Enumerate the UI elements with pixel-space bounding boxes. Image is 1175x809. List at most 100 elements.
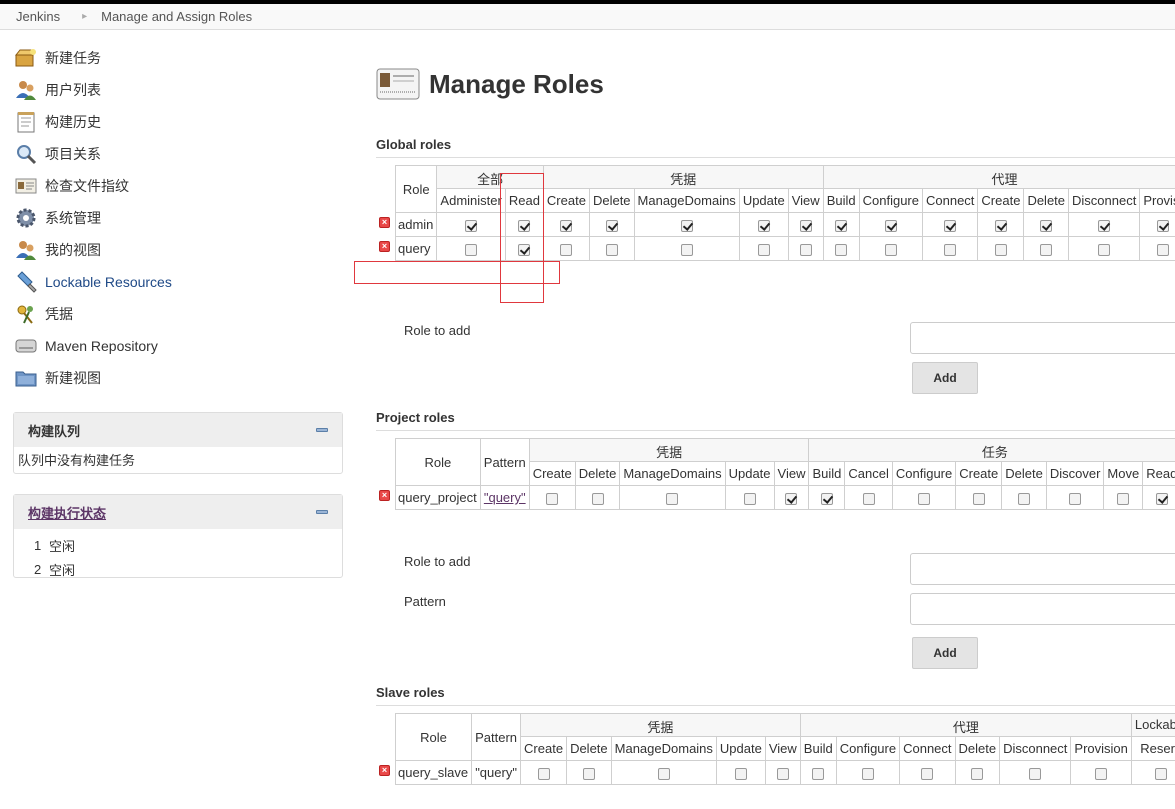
project-pattern-input[interactable]	[910, 593, 1175, 625]
project-add-button[interactable]: Add	[912, 637, 978, 669]
sidebar-item-label: 用户列表	[45, 82, 101, 98]
permission-checkbox[interactable]	[799, 219, 812, 232]
permission-checkbox[interactable]	[465, 219, 478, 232]
permission-checkbox[interactable]	[1098, 243, 1111, 256]
permission-cell	[1142, 485, 1175, 510]
permission-checkbox[interactable]	[1117, 492, 1130, 505]
global-role-to-add-input[interactable]	[910, 322, 1175, 354]
collapse-icon[interactable]	[316, 510, 328, 514]
permission-cell	[921, 236, 979, 261]
sidebar-item-credentials[interactable]: 凭据	[14, 298, 344, 330]
delete-role-icon[interactable]: ×	[379, 217, 390, 228]
permission-checkbox[interactable]	[680, 243, 693, 256]
permission-checkbox[interactable]	[537, 767, 550, 780]
permission-cell	[858, 236, 923, 261]
permission-checkbox[interactable]	[582, 767, 595, 780]
pattern-link[interactable]: "query"	[484, 490, 526, 505]
sidebar-item-manage-jenkins[interactable]: 系统管理	[14, 202, 344, 234]
executor-number: 2	[34, 561, 42, 577]
role-name-cell: query_slave	[394, 760, 473, 785]
delete-role-icon[interactable]: ×	[379, 490, 390, 501]
permission-checkbox[interactable]	[1069, 492, 1082, 505]
permission-header: ManageDomains	[610, 736, 717, 761]
permission-checkbox[interactable]	[944, 219, 957, 232]
permission-checkbox[interactable]	[680, 219, 693, 232]
executor-number: 1	[34, 537, 42, 553]
permission-checkbox[interactable]	[757, 243, 770, 256]
permission-checkbox[interactable]	[1095, 767, 1108, 780]
permission-checkbox[interactable]	[994, 219, 1007, 232]
role-name: admin	[398, 217, 434, 232]
permission-checkbox[interactable]	[835, 219, 848, 232]
permission-checkbox[interactable]	[862, 492, 875, 505]
delete-role-icon[interactable]: ×	[379, 765, 390, 776]
permission-checkbox[interactable]	[546, 492, 559, 505]
permission-checkbox[interactable]	[799, 243, 812, 256]
permission-checkbox[interactable]	[944, 243, 957, 256]
sidebar-item-new-view[interactable]: 新建视图	[14, 362, 344, 394]
permission-checkbox[interactable]	[734, 767, 747, 780]
permission-checkbox[interactable]	[918, 492, 931, 505]
permission-checkbox[interactable]	[820, 492, 833, 505]
permission-checkbox[interactable]	[1040, 219, 1053, 232]
permission-checkbox[interactable]	[591, 492, 604, 505]
permission-checkbox[interactable]	[666, 492, 679, 505]
permission-cell	[542, 236, 590, 261]
permission-checkbox[interactable]	[861, 767, 874, 780]
sidebar-item-users[interactable]: 用户列表	[14, 74, 344, 106]
breadcrumb-current[interactable]: Manage and Assign Roles	[87, 9, 252, 24]
permission-checkbox[interactable]	[972, 492, 985, 505]
sidebar-item-label: Maven Repository	[45, 338, 158, 354]
permission-cell	[1130, 760, 1175, 785]
breadcrumb-jenkins[interactable]: Jenkins	[0, 9, 60, 24]
permission-checkbox[interactable]	[835, 243, 848, 256]
permission-checkbox[interactable]	[1155, 492, 1168, 505]
role-column-header: Role	[395, 438, 481, 486]
permission-checkbox[interactable]	[1029, 767, 1042, 780]
permission-checkbox[interactable]	[1156, 243, 1169, 256]
permission-checkbox[interactable]	[605, 243, 618, 256]
permission-checkbox[interactable]	[776, 767, 789, 780]
sidebar-item-my-views[interactable]: 我的视图	[14, 234, 344, 266]
permission-cell	[835, 760, 901, 785]
permission-checkbox[interactable]	[1098, 219, 1111, 232]
permission-checkbox[interactable]	[1018, 492, 1031, 505]
permission-checkbox[interactable]	[884, 219, 897, 232]
permission-checkbox[interactable]	[1040, 243, 1053, 256]
global-add-button[interactable]: Add	[912, 362, 978, 394]
project-role-to-add-input[interactable]	[910, 553, 1175, 585]
permission-cell	[436, 236, 506, 261]
permission-checkbox[interactable]	[994, 243, 1007, 256]
page-heading: Manage Roles	[429, 68, 604, 99]
users-icon	[14, 78, 38, 102]
permission-checkbox[interactable]	[785, 492, 798, 505]
permission-header: ManageDomains	[633, 188, 740, 213]
permission-checkbox[interactable]	[921, 767, 934, 780]
permission-checkbox[interactable]	[465, 243, 478, 256]
permission-checkbox[interactable]	[884, 243, 897, 256]
permission-checkbox[interactable]	[560, 243, 573, 256]
permission-checkbox[interactable]	[605, 219, 618, 232]
sidebar-item-new-item[interactable]: 新建任务	[14, 42, 344, 74]
permission-checkbox[interactable]	[743, 492, 756, 505]
delete-role-icon[interactable]: ×	[379, 241, 390, 252]
permission-checkbox[interactable]	[812, 767, 825, 780]
permission-checkbox[interactable]	[1154, 767, 1167, 780]
build-queue-title[interactable]: 构建队列	[28, 421, 80, 440]
sidebar-item-fingerprint[interactable]: 检查文件指纹	[14, 170, 344, 202]
permission-checkbox[interactable]	[757, 219, 770, 232]
pattern-link: "query"	[475, 765, 517, 780]
permission-checkbox[interactable]	[560, 219, 573, 232]
collapse-icon[interactable]	[316, 428, 328, 432]
permission-group-header: 凭据	[520, 713, 801, 737]
sidebar-item-build-history[interactable]: 构建历史	[14, 106, 344, 138]
permission-header: Create	[977, 188, 1025, 213]
sidebar-item-lockable-resources[interactable]: Lockable Resources	[14, 266, 344, 298]
executors-title[interactable]: 构建执行状态	[28, 503, 106, 522]
sidebar-item-project-relationship[interactable]: 项目关系	[14, 138, 344, 170]
permission-checkbox[interactable]	[971, 767, 984, 780]
permission-checkbox[interactable]	[1156, 219, 1169, 232]
permission-checkbox[interactable]	[657, 767, 670, 780]
sidebar-item-maven-repository[interactable]: Maven Repository	[14, 330, 344, 362]
permission-header: View	[764, 736, 801, 761]
